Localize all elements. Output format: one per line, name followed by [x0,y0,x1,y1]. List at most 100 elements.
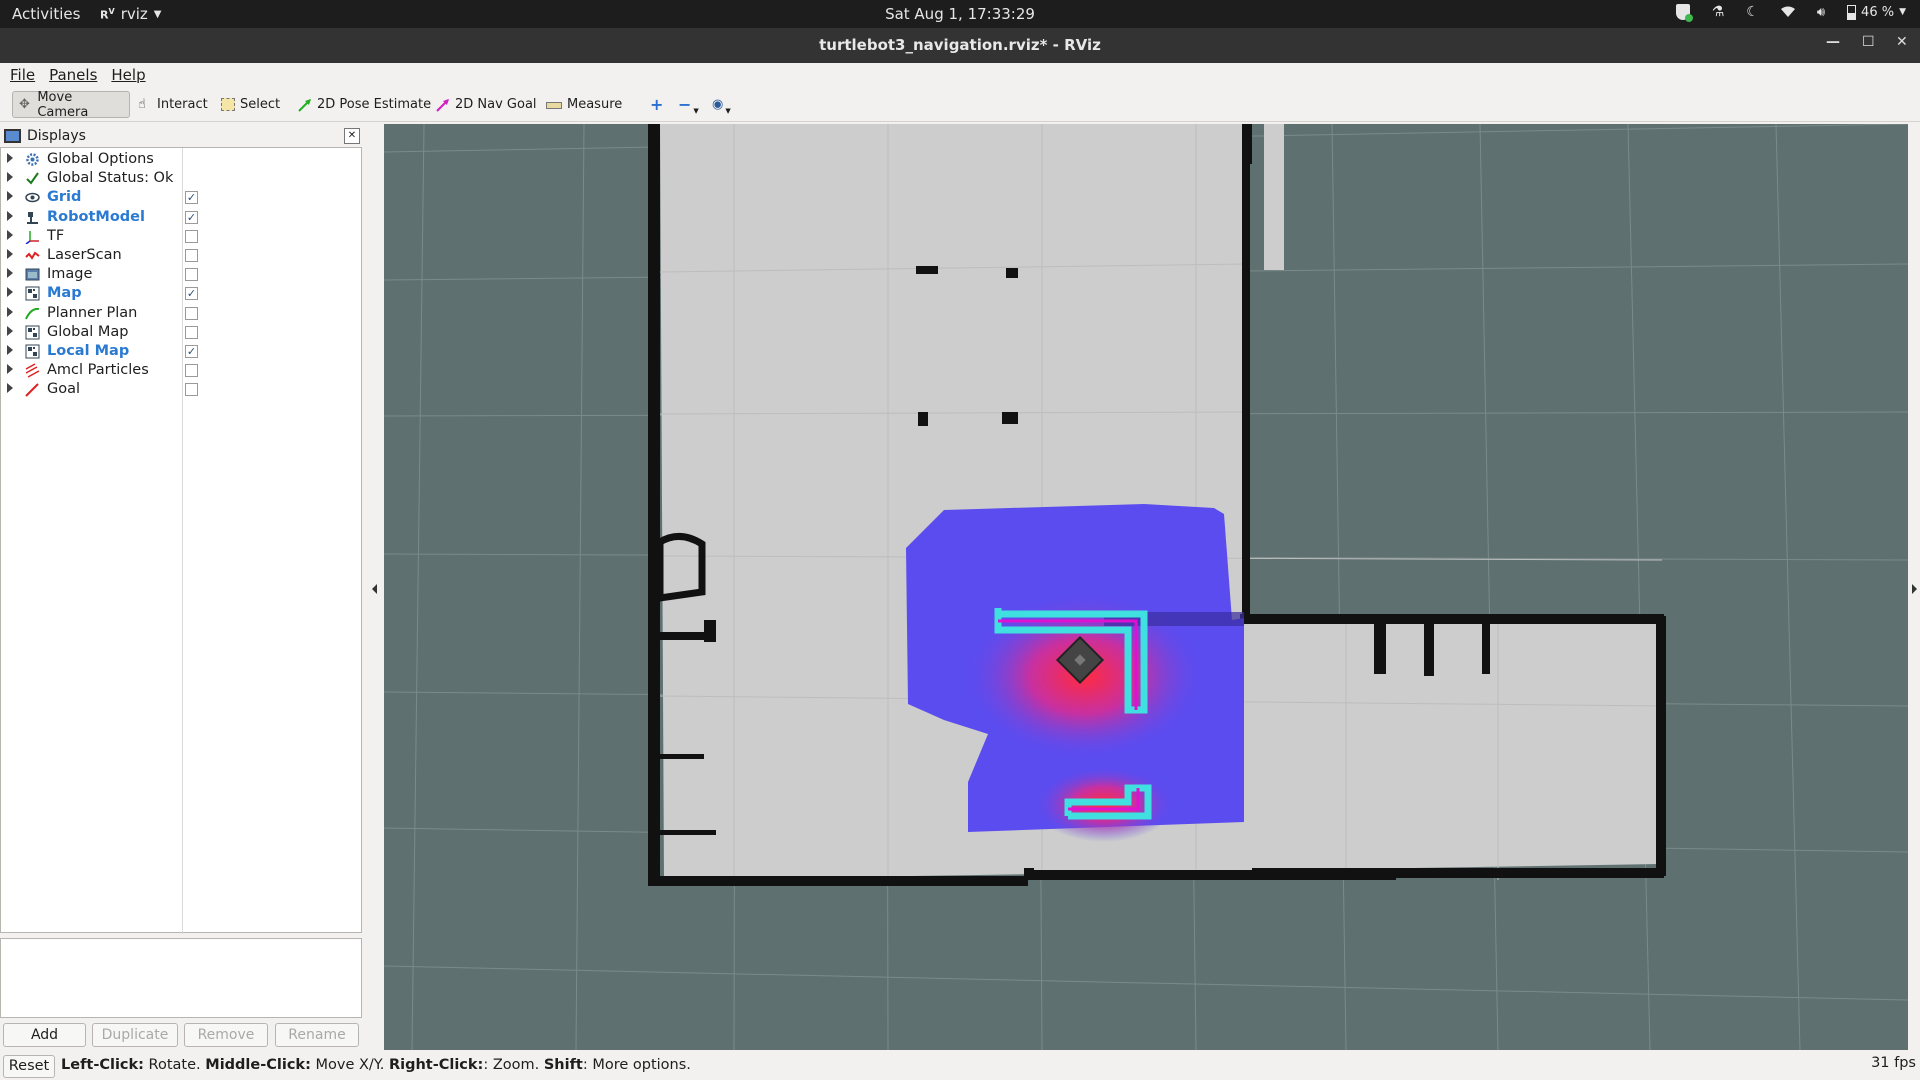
close-panel-icon[interactable]: ✕ [344,128,360,144]
enable-checkbox[interactable] [185,229,198,243]
expand-arrow-icon[interactable] [7,287,13,298]
checkmark-icon [25,171,41,186]
displays-tree[interactable]: Global Options Global Status: Ok Grid ✓ Robo… [0,147,362,934]
expand-arrow-icon[interactable] [7,325,13,336]
shield-update-icon[interactable] [1675,4,1693,22]
maximize-icon[interactable]: ☐ [1862,34,1875,50]
render-viewport[interactable] [384,124,1908,1050]
expand-arrow-icon[interactable] [7,268,13,279]
expand-arrow-icon[interactable] [7,345,13,355]
minimize-icon[interactable]: — [1826,34,1840,50]
status-bar: Reset Left-Click: Rotate. Middle-Click: … [0,1052,1920,1080]
enable-checkbox[interactable]: ✓ [185,210,198,224]
display-item-label: Map [47,285,82,302]
volume-icon[interactable]: 🔊︎ [1817,5,1825,20]
display-item-map[interactable]: Map ✓ [1,284,361,303]
nav-goal-tool[interactable]: 2D Nav Goal [430,91,543,118]
enable-checkbox[interactable]: ✓ [185,287,198,301]
enable-checkbox[interactable]: ✓ [185,191,198,205]
display-item-global-options[interactable]: Global Options [1,150,361,169]
window-title-bar[interactable]: turtlebot3_navigation.rviz* - RViz — ☐ ✕ [0,28,1920,63]
move-arrows-icon: ✥ [19,96,30,112]
right-dock-collapse-handle[interactable] [1908,124,1920,1050]
display-item-global-map[interactable]: Global Map [1,323,361,342]
expand-arrow-icon[interactable] [7,172,13,183]
rviz-app-icon: RV [100,6,115,22]
enable-checkbox[interactable] [185,306,198,320]
menu-panels[interactable]: Panels [49,63,97,87]
enable-checkbox[interactable] [185,249,198,262]
display-item-robotmodel[interactable]: RobotModel ✓ [1,208,361,227]
enable-checkbox[interactable] [185,268,198,282]
clock[interactable]: Sat Aug 1, 17:33:29 [885,5,1035,23]
expand-arrow-icon[interactable] [7,383,13,394]
enable-checkbox[interactable] [185,364,198,378]
display-item-laserscan[interactable]: LaserScan [1,246,361,265]
rename-display-button[interactable]: Rename [275,1023,359,1047]
pose-estimate-tool[interactable]: 2D Pose Estimate [292,91,437,118]
display-item-tf[interactable]: TF [1,227,361,246]
display-item-label: TF [47,227,65,244]
app-menu-button[interactable]: RV rviz ▼ [100,5,161,23]
add-display-button[interactable]: Add [3,1023,86,1047]
view-options-button[interactable]: ◉ ▼ [706,91,737,118]
move-camera-tool[interactable]: ✥ Move Camera [12,90,130,120]
battery-percent: 46 % [1861,4,1895,20]
tools-toolbar: ✥ Move Camera ☝ Interact Select 2D Pose … [0,87,1920,122]
expand-arrow-icon[interactable] [7,306,13,317]
display-item-image[interactable]: Image [1,265,361,284]
expand-arrow-icon[interactable] [7,249,13,259]
image-icon [25,267,41,282]
display-item-label: Goal [47,381,81,398]
plus-icon: + [650,95,664,114]
map-icon [25,344,41,359]
tf-axes-icon [25,229,41,245]
displays-panel: Displays ✕ Global Options Global Status: … [0,126,363,1047]
expand-arrow-icon[interactable] [7,210,13,221]
measure-tool[interactable]: Measure [540,91,628,118]
select-tool[interactable]: Select [215,91,286,118]
menu-file[interactable]: File [10,63,35,87]
grid-icon [25,190,41,205]
enable-checkbox[interactable]: ✓ [185,345,198,358]
remove-tool-button[interactable]: − ▼ [672,91,705,118]
expand-arrow-icon[interactable] [7,191,13,202]
enable-checkbox[interactable] [185,325,198,339]
mouse-hint-text: Left-Click: Rotate. Middle-Click: Move X… [61,1057,691,1073]
add-tool-button[interactable]: + [644,91,669,118]
particles-icon [25,363,41,378]
display-item-global-status-ok[interactable]: Global Status: Ok [1,169,361,188]
display-item-label: Global Map [47,323,129,340]
wifi-icon[interactable] [1780,6,1795,18]
interact-tool[interactable]: ☝ Interact [132,91,214,118]
remove-display-button[interactable]: Remove [184,1023,268,1047]
expand-arrow-icon[interactable] [7,153,13,163]
laserscan-icon [25,248,41,263]
chevron-down-icon: ▼ [725,106,731,115]
display-item-grid[interactable]: Grid ✓ [1,188,361,207]
battery-indicator[interactable]: 46 % ▼ [1847,4,1906,20]
flask-icon[interactable]: ⚗ [1712,4,1725,20]
display-item-goal[interactable]: Goal [1,380,361,399]
map-render [384,124,1908,1050]
battery-icon [1847,4,1857,20]
duplicate-display-button[interactable]: Duplicate [92,1023,178,1047]
display-item-label: Amcl Particles [47,362,149,379]
selection-box-icon [221,98,235,111]
gear-icon [25,152,41,167]
display-item-label: Image [47,266,93,283]
display-item-label: Local Map [47,343,130,359]
menu-help[interactable]: Help [111,63,145,87]
activities-button[interactable]: Activities [12,5,80,23]
enable-checkbox[interactable] [185,383,198,397]
expand-arrow-icon[interactable] [7,229,13,240]
night-light-moon-icon[interactable]: ☾ [1746,4,1759,20]
close-icon[interactable]: ✕ [1896,34,1908,50]
left-dock-collapse-handle[interactable] [363,124,384,1050]
expand-arrow-icon[interactable] [7,364,13,375]
display-item-amcl-particles[interactable]: Amcl Particles [1,361,361,380]
display-item-label: RobotModel [47,208,145,225]
display-item-local-map[interactable]: Local Map ✓ [1,342,361,361]
display-item-planner-plan[interactable]: Planner Plan [1,304,361,323]
reset-button[interactable]: Reset [3,1055,55,1078]
